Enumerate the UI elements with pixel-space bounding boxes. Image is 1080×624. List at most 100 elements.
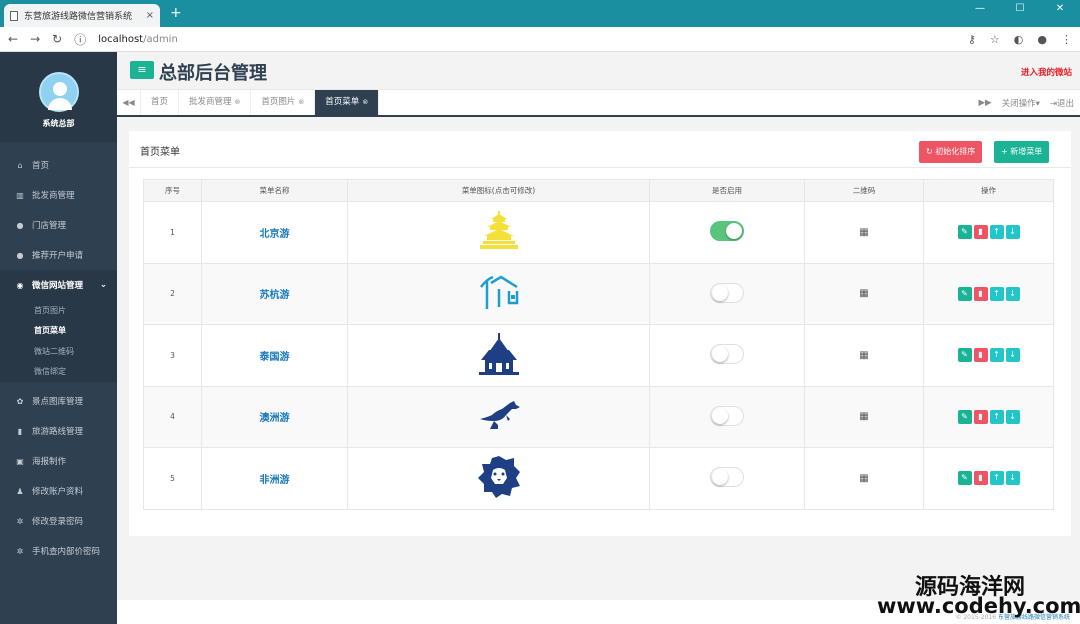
maximize-button[interactable]: ☐ <box>1000 0 1040 20</box>
row-icon-cell[interactable] <box>347 447 650 510</box>
row-name[interactable]: 澳洲游 <box>201 385 348 448</box>
extension-icon[interactable]: ◐ <box>1014 33 1024 46</box>
tab-close-icon[interactable]: × <box>146 10 154 21</box>
forward-icon[interactable]: → <box>30 32 40 46</box>
reload-icon[interactable]: ↻ <box>52 32 62 46</box>
sidebar-item-gallery[interactable]: ✿ 景点图库管理 <box>0 386 117 416</box>
menu-toggle-button[interactable]: ≡ <box>130 61 154 79</box>
temple-of-heaven-icon[interactable] <box>477 209 521 253</box>
delete-icon[interactable]: ▮ <box>973 225 988 240</box>
enabled-toggle[interactable] <box>710 282 744 303</box>
row-name[interactable]: 泰国游 <box>201 324 348 387</box>
sidebar-subitem-qrcode[interactable]: 微站二维码 <box>0 341 117 362</box>
enabled-toggle[interactable] <box>710 467 744 488</box>
browser-tab[interactable]: 东营旅游线路微信营销系统 × <box>4 4 160 27</box>
add-menu-button[interactable]: + 新增菜单 <box>994 141 1050 163</box>
tab-wholesaler[interactable]: 批发商管理 ⊗ <box>179 90 252 115</box>
tabs-back-icon[interactable]: ◀◀ <box>117 90 141 115</box>
qrcode-icon[interactable]: ▦ <box>859 350 868 361</box>
info-icon[interactable]: ⓘ <box>74 31 86 48</box>
sidebar-item-routes[interactable]: ▮ 旅游路线管理 <box>0 416 117 446</box>
enabled-toggle[interactable] <box>710 344 744 365</box>
new-tab-button[interactable]: + <box>170 5 182 21</box>
users-icon: ● <box>16 220 24 230</box>
sidebar-item-account[interactable]: ♟ 修改账户资料 <box>0 476 117 506</box>
sidebar-item-mobile-password[interactable]: ✲ 手机查内部价密码 <box>0 536 117 566</box>
edit-icon[interactable]: ✎ <box>957 225 972 240</box>
row-icon-cell[interactable] <box>347 201 650 264</box>
move-down-icon[interactable]: ↓ <box>1005 225 1020 240</box>
minimize-button[interactable]: — <box>960 0 1000 20</box>
tab-close-icon[interactable]: ⊗ <box>298 90 304 115</box>
move-down-icon[interactable]: ↓ <box>1005 471 1020 486</box>
sidebar-item-home[interactable]: ⌂ 首页 <box>0 150 117 180</box>
account-icon[interactable]: ● <box>1037 33 1047 46</box>
sidebar-subitem-home-menu[interactable]: 首页菜单 <box>0 321 117 342</box>
more-icon[interactable]: ⋮ <box>1061 33 1072 46</box>
tab-close-icon[interactable]: ⊗ <box>362 90 368 115</box>
star-icon[interactable]: ☆ <box>990 33 1000 46</box>
row-name[interactable]: 苏杭游 <box>201 262 348 325</box>
move-down-icon[interactable]: ↓ <box>1005 409 1020 424</box>
back-icon[interactable]: ← <box>8 32 18 46</box>
thai-temple-icon[interactable] <box>477 332 521 376</box>
sidebar-item-poster[interactable]: ▣ 海报制作 <box>0 446 117 476</box>
row-name[interactable]: 北京游 <box>201 201 348 264</box>
move-down-icon[interactable]: ↓ <box>1005 348 1020 363</box>
qrcode-icon[interactable]: ▦ <box>859 411 868 422</box>
delete-icon[interactable]: ▮ <box>973 409 988 424</box>
enabled-toggle[interactable] <box>710 221 744 242</box>
tab-home[interactable]: 首页 <box>141 90 180 115</box>
url-path: /admin <box>143 33 178 45</box>
kangaroo-icon[interactable] <box>476 399 522 433</box>
qrcode-icon[interactable]: ▦ <box>859 288 868 299</box>
move-up-icon[interactable]: ↑ <box>989 348 1004 363</box>
enter-microsite-link[interactable]: 进入我的微站 <box>1021 66 1072 78</box>
sidebar-item-referral[interactable]: ● 推荐开户申请 <box>0 240 117 270</box>
tab-home-menu[interactable]: 首页菜单 ⊗ <box>315 90 380 115</box>
edit-icon[interactable]: ✎ <box>957 471 972 486</box>
close-window-button[interactable]: ✕ <box>1040 0 1080 20</box>
sidebar-subitem-wechat-bind[interactable]: 微信绑定 <box>0 362 117 383</box>
lion-head-icon[interactable] <box>476 454 522 500</box>
row-name[interactable]: 非洲游 <box>201 447 348 510</box>
move-up-icon[interactable]: ↑ <box>989 286 1004 301</box>
main-area: ≡ 总部后台管理 进入我的微站 ◀◀ 首页 批发商管理 ⊗ 首页图片 ⊗ 首页菜单 ⊗… <box>117 52 1080 624</box>
tab-home-images[interactable]: 首页图片 ⊗ <box>251 90 316 115</box>
sidebar: 系统总部 ⌂ 首页 ▥ 批发商管理 ● 门店管理 ● 推荐开户申请 ◉ 微信网站管理 ⌄ 首… <box>0 52 117 624</box>
reset-sort-button[interactable]: ↻ 初始化排序 <box>919 141 983 163</box>
sidebar-subitem-home-images[interactable]: 首页图片 <box>0 300 117 321</box>
sidebar-item-stores[interactable]: ● 门店管理 <box>0 210 117 240</box>
sidebar-item-label: 旅游路线管理 <box>32 427 84 437</box>
move-up-icon[interactable]: ↑ <box>989 225 1004 240</box>
book-icon: ▮ <box>17 426 23 436</box>
tab-close-icon[interactable]: ⊗ <box>235 90 241 115</box>
qrcode-icon[interactable]: ▦ <box>859 473 868 484</box>
delete-icon[interactable]: ▮ <box>973 286 988 301</box>
qrcode-icon[interactable]: ▦ <box>859 227 868 238</box>
edit-icon[interactable]: ✎ <box>957 348 972 363</box>
enabled-toggle[interactable] <box>710 405 744 426</box>
tab-label: 首页菜单 <box>325 97 360 107</box>
avatar[interactable] <box>38 72 79 112</box>
edit-icon[interactable]: ✎ <box>957 286 972 301</box>
suzhou-pavilion-icon[interactable] <box>477 273 521 313</box>
sidebar-item-wholesaler[interactable]: ▥ 批发商管理 <box>0 180 117 210</box>
close-ops-dropdown[interactable]: 关闭操作▾ <box>1002 97 1040 109</box>
edit-icon[interactable]: ✎ <box>957 409 972 424</box>
row-icon-cell[interactable] <box>347 385 650 448</box>
row-icon-cell[interactable] <box>347 324 650 387</box>
move-up-icon[interactable]: ↑ <box>989 409 1004 424</box>
sidebar-item-wechat-site[interactable]: ◉ 微信网站管理 ⌄ <box>0 270 117 300</box>
tabs-forward-icon[interactable]: ▶▶ <box>978 98 991 108</box>
col-index: 序号 <box>143 179 202 202</box>
row-icon-cell[interactable] <box>347 262 650 325</box>
logout-button[interactable]: ⇥退出 <box>1050 97 1074 109</box>
url-field[interactable]: localhost/admin <box>98 34 956 45</box>
sidebar-item-password[interactable]: ✲ 修改登录密码 <box>0 506 117 536</box>
delete-icon[interactable]: ▮ <box>973 471 988 486</box>
key-icon[interactable]: ⚷ <box>968 33 976 46</box>
delete-icon[interactable]: ▮ <box>973 348 988 363</box>
move-down-icon[interactable]: ↓ <box>1005 286 1020 301</box>
move-up-icon[interactable]: ↑ <box>989 471 1004 486</box>
